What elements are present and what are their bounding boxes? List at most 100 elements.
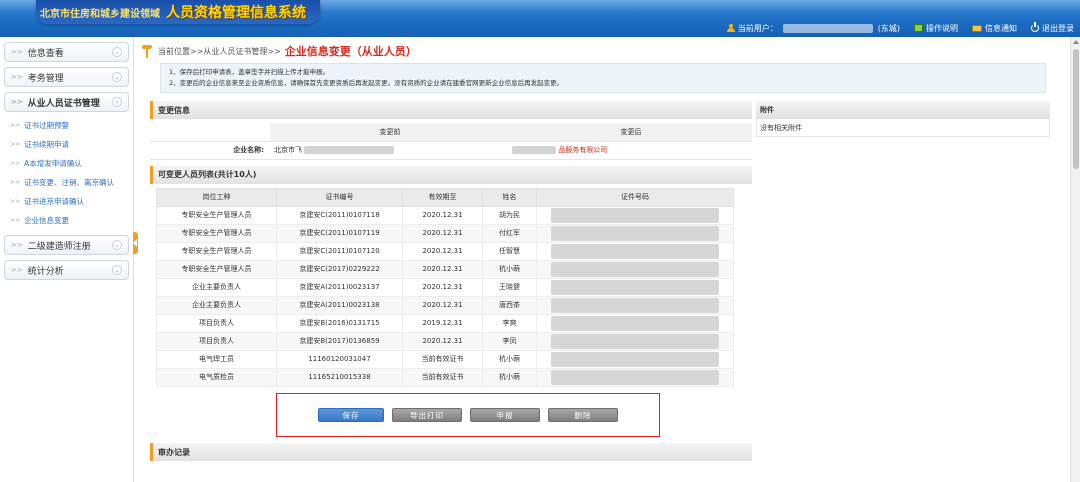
sidebar-group-constructor[interactable]: >> 二级建造师注册 ⌄ (4, 235, 129, 255)
page-title: 企业信息变更（从业人员） (284, 45, 417, 58)
redacted-id (536, 367, 734, 387)
notice-line-2: 2、变更后的企业信息来至企业资质信息，请确保首先变更资质后再发起变更。没有资质的… (169, 79, 564, 87)
redacted-text (512, 146, 556, 154)
scroll-up-icon[interactable] (1073, 40, 1079, 44)
power-icon (1031, 22, 1039, 32)
pin-icon (140, 43, 154, 59)
double-chevron-icon: >> (11, 48, 23, 56)
sidebar-group-label: 二级建造师注册 (27, 241, 91, 252)
notify-label: 信息通知 (985, 23, 1017, 33)
table-row: 电气质检员 11165210015338 当前有效证书 杭小萌 (156, 367, 734, 387)
double-chevron-icon: >> (11, 241, 23, 249)
notice-line-1: 1、保存后打印申请表，盖章签字并扫描上传才能申报。 (169, 68, 330, 76)
sidebar-group-label: 考务管理 (27, 73, 64, 84)
action-button-group: 保存 导出打印 申报 删除 (276, 393, 660, 437)
attachment-header: 附件 (756, 101, 1050, 119)
submit-button[interactable]: 申报 (470, 408, 540, 422)
th-expiry: 有效期至 (402, 187, 483, 207)
staff-table: 岗位工种 证书编号 有效期至 姓名 证件号码 专职安全生产管理人员 京建安C(20… (156, 187, 734, 387)
redacted-id (536, 241, 734, 261)
redacted-id (536, 223, 734, 243)
table-row: 企业主要负责人 京建安A(2011)0023138 2020.12.31 唐西茶 (156, 295, 734, 315)
export-print-button[interactable]: 导出打印 (392, 408, 462, 422)
double-chevron-icon: >> (11, 73, 23, 81)
th-id: 证件号码 (536, 187, 734, 207)
current-user-name-redacted (782, 23, 873, 33)
breadcrumb-path: 当前位置>>从业人员证书管理>> (158, 46, 281, 56)
sidebar-item-expiry-warning[interactable]: >> 证书过期预警 (0, 116, 133, 135)
logo-org-text: 北京市住房和城乡建设领域 (40, 8, 160, 20)
table-row: 电气焊工员 11160120031047 当前有效证书 杭小萌 (156, 349, 734, 369)
staff-table-wrap: 岗位工种 证书编号 有效期至 姓名 证件号码 专职安全生产管理人员 京建安C(20… (150, 187, 752, 387)
redacted-text (304, 146, 395, 154)
th-name: 姓名 (482, 187, 537, 207)
sidebar-group-exam[interactable]: >> 考务管理 ⌄ (4, 67, 129, 87)
attachment-panel: 附件 没有相关附件 (756, 101, 1050, 137)
company-after-text: 品服务有限公司 (558, 146, 608, 154)
vertical-scrollbar[interactable] (1070, 37, 1080, 482)
chevron-down-icon: ⌄ (112, 265, 122, 275)
top-header: 北京市住房和城乡建设领域 人员资格管理信息系统 当前用户： (东城) 操作说明 … (0, 0, 1080, 37)
company-before-text: 北京市飞 (274, 146, 302, 154)
breadcrumb: 当前位置>>从业人员证书管理>> 企业信息变更（从业人员） (140, 43, 417, 59)
sidebar-collapse-toggle[interactable] (133, 232, 138, 254)
sidebar-item-renewal[interactable]: >> 证书续期申请 (0, 135, 133, 154)
current-user: 当前用户： (东城) (726, 23, 900, 34)
col-before: 变更前 (270, 123, 510, 142)
top-toolbar: 当前用户： (东城) 操作说明 信息通知 退出登录 (713, 21, 1074, 35)
staff-list-header: 可变更人员列表(共计10人) (150, 165, 752, 184)
audit-header: 审办记录 (150, 443, 752, 461)
table-row: 项目负责人 京建安B(2016)0131715 2019.12.31 李爽 (156, 313, 734, 333)
th-cert: 证书编号 (276, 187, 403, 207)
main-content: 当前位置>>从业人员证书管理>> 企业信息变更（从业人员） 1、保存后打印申请表… (140, 37, 1068, 482)
redacted-id (536, 331, 734, 351)
mail-icon (972, 24, 982, 32)
chevron-down-icon: ⌄ (112, 72, 122, 82)
sidebar-group-info[interactable]: >> 信息查看 ⌄ (4, 42, 129, 62)
sidebar: >> 信息查看 ⌄ >> 考务管理 ⌄ >> 从业人员证书管理 ‹ >> 证书过期… (0, 37, 134, 482)
sidebar-item-company-change[interactable]: >> 企业信息变更 (0, 211, 133, 230)
chevron-left-icon: ‹ (112, 97, 122, 107)
redacted-id (536, 313, 734, 333)
logo-system-title: 人员资格管理信息系统 (166, 5, 306, 21)
th-job: 岗位工种 (156, 187, 277, 207)
double-chevron-icon: >> (11, 266, 23, 274)
sidebar-group-label: 从业人员证书管理 (27, 98, 100, 109)
redacted-id (536, 277, 734, 297)
notify-link[interactable]: 信息通知 (972, 23, 1017, 34)
company-before: 北京市飞 (270, 141, 510, 160)
table-row: 项目负责人 京建安B(2017)0136859 2020.12.31 李凤 (156, 331, 734, 351)
redacted-id (536, 295, 734, 315)
help-link[interactable]: 操作说明 (914, 23, 958, 34)
redacted-id (536, 259, 734, 279)
sidebar-group-label: 统计分析 (27, 266, 64, 277)
change-info-table: 变更前 变更后 企业名称: 北京市飞 品服务有限公司 (150, 123, 752, 160)
help-icon (914, 24, 923, 32)
sidebar-group-cert[interactable]: >> 从业人员证书管理 ‹ (4, 92, 129, 112)
scroll-thumb[interactable] (1073, 49, 1079, 169)
table-row: 专职安全生产管理人员 京建安C(2017)0229222 2020.12.31 杭小萌 (156, 259, 734, 279)
sidebar-group-stats[interactable]: >> 统计分析 ⌄ (4, 260, 129, 280)
sidebar-item-change-cancel[interactable]: >> 证书变更、注销、离京确认 (0, 173, 133, 192)
user-icon (726, 24, 735, 32)
chevron-down-icon: ⌄ (112, 47, 122, 57)
save-button[interactable]: 保存 (318, 408, 384, 422)
notice-box: 1、保存后打印申请表，盖章签字并扫描上传才能申报。 2、变更后的企业信息来至企业… (160, 63, 1046, 93)
redacted-id (536, 349, 734, 369)
delete-button[interactable]: 删除 (548, 408, 618, 422)
sidebar-item-a-copy[interactable]: >> A本增发申请确认 (0, 154, 133, 173)
sidebar-item-enter-beijing[interactable]: >> 证书进京申请确认 (0, 192, 133, 211)
system-logo: 北京市住房和城乡建设领域 人员资格管理信息系统 (36, 0, 320, 24)
current-user-label: 当前用户： (737, 23, 778, 33)
current-user-district: (东城) (877, 23, 900, 33)
col-after: 变更后 (510, 123, 752, 142)
table-row: 企业主要负责人 京建安A(2011)0023137 2020.12.31 王晓健 (156, 277, 734, 297)
logout-link[interactable]: 退出登录 (1031, 22, 1074, 34)
change-panel: 变更信息 变更前 变更后 企业名称: 北京市飞 品服务有限公司 可变更人员列表(… (150, 101, 752, 387)
sidebar-group-label: 信息查看 (27, 48, 64, 59)
audit-panel: 审办记录 (150, 443, 752, 461)
chevron-down-icon: ⌄ (112, 240, 122, 250)
table-row: 专职安全生产管理人员 京建安C(2011)0107119 2020.12.31 付红军 (156, 223, 734, 243)
attachment-empty: 没有相关附件 (756, 119, 1050, 137)
table-row: 专职安全生产管理人员 京建安C(2011)0107120 2020.12.31 任智慧 (156, 241, 734, 261)
